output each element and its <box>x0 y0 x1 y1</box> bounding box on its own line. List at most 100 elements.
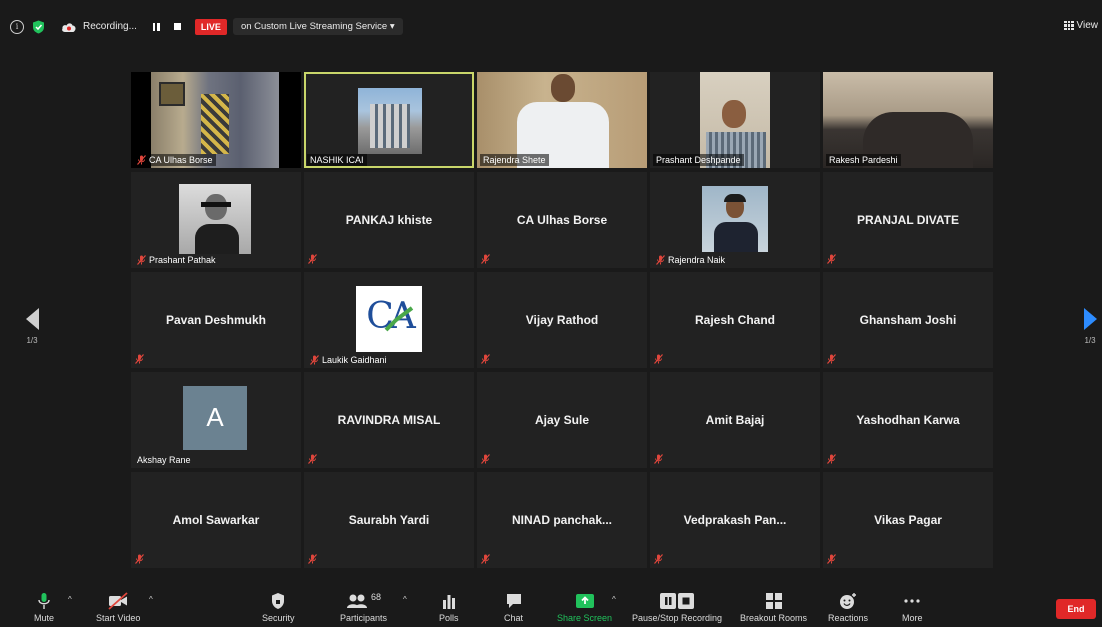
mic-muted-icon <box>827 454 836 464</box>
breakout-rooms-label: Breakout Rooms <box>740 613 808 623</box>
more-button[interactable]: More <box>902 592 923 623</box>
polls-label: Polls <box>439 613 459 623</box>
participant-name: Ajay Sule <box>534 413 590 427</box>
chevron-down-icon: ▾ <box>389 21 395 32</box>
pause-recording-icon[interactable] <box>152 22 160 31</box>
participant-tile[interactable]: Vikas Pagar <box>823 472 993 568</box>
participant-label: CA Ulhas Borse <box>134 154 216 166</box>
participant-name: Vedprakash Pan... <box>683 513 787 527</box>
participant-tile[interactable]: Pavan Deshmukh <box>131 272 301 368</box>
participant-tile[interactable]: Vedprakash Pan... <box>650 472 820 568</box>
profile-photo <box>179 184 251 254</box>
breakout-rooms-icon <box>765 593 782 609</box>
meeting-toolbar: Mute ^ Start Video ^ Security 68 Partici… <box>0 586 1102 627</box>
share-screen-button[interactable]: Share Screen <box>557 592 612 623</box>
participant-tile[interactable]: Yashodhan Karwa <box>823 372 993 468</box>
mic-muted-icon <box>308 254 317 264</box>
mic-muted-icon <box>308 554 317 564</box>
participants-button[interactable]: 68 Participants <box>340 592 387 623</box>
participant-name: Akshay Rane <box>137 455 191 465</box>
participant-name: Rajesh Chand <box>694 313 775 327</box>
page-indicator-left: 1/3 <box>26 336 38 345</box>
live-stream-service-dropdown[interactable]: on Custom Live Streaming Service ▾ <box>232 18 403 35</box>
participant-tile[interactable]: Rajesh Chand <box>650 272 820 368</box>
chat-bubble-icon <box>506 594 521 608</box>
participant-name: Pavan Deshmukh <box>165 313 267 327</box>
video-tile[interactable]: Rakesh Pardeshi <box>823 72 993 168</box>
participant-name: PRANJAL DIVATE <box>856 213 959 227</box>
participant-tile[interactable]: NINAD panchak... <box>477 472 647 568</box>
participant-name: Vijay Rathod <box>525 313 599 327</box>
participant-tile[interactable]: PANKAJ khiste <box>304 172 474 268</box>
participant-tile[interactable]: RAVINDRA MISAL <box>304 372 474 468</box>
participant-tile[interactable]: Saurabh Yardi <box>304 472 474 568</box>
participant-tile[interactable]: Amit Bajaj <box>650 372 820 468</box>
participant-tile[interactable]: Amol Sawarkar <box>131 472 301 568</box>
mic-muted-icon <box>654 454 663 464</box>
participant-label: Rajendra Naik <box>653 254 728 266</box>
mic-muted-icon <box>654 554 663 564</box>
end-meeting-button[interactable]: End <box>1056 599 1096 619</box>
participant-name: RAVINDRA MISAL <box>337 413 441 427</box>
info-icon[interactable]: i <box>10 19 24 34</box>
reactions-label: Reactions <box>828 613 869 623</box>
participant-name: Laukik Gaidhani <box>322 355 387 365</box>
mic-muted-icon <box>137 155 146 165</box>
mic-muted-icon <box>481 554 490 564</box>
mic-muted-icon <box>137 255 146 265</box>
mic-muted-icon <box>654 354 663 364</box>
video-options-caret-icon[interactable]: ^ <box>149 595 153 604</box>
live-badge: LIVE <box>194 18 227 35</box>
share-options-caret-icon[interactable]: ^ <box>612 595 616 604</box>
mute-button[interactable]: Mute <box>34 592 54 623</box>
breakout-rooms-button[interactable]: Breakout Rooms <box>740 592 807 623</box>
participant-tile[interactable]: CA Ulhas Borse <box>477 172 647 268</box>
participant-tile[interactable]: Prashant Pathak <box>131 172 301 268</box>
participant-tile[interactable]: PRANJAL DIVATE <box>823 172 993 268</box>
participant-tile[interactable]: CA Laukik Gaidhani <box>304 272 474 368</box>
recording-indicator: Recording... LIVE on Custom Live Streami… <box>61 18 403 35</box>
mic-muted-icon <box>481 254 490 264</box>
video-tile[interactable]: Rajendra Shete <box>477 72 647 168</box>
top-bar: i Recording... LIVE on Custom Live Strea… <box>0 0 1102 56</box>
chat-button[interactable]: Chat <box>504 592 523 623</box>
microphone-icon <box>38 593 50 609</box>
stop-recording-icon[interactable] <box>173 23 181 30</box>
security-shield-icon <box>272 593 285 609</box>
participants-options-caret-icon[interactable]: ^ <box>403 595 407 604</box>
video-tile[interactable]: CA Ulhas Borse <box>131 72 301 168</box>
participant-label: Laukik Gaidhani <box>307 354 390 366</box>
reactions-button[interactable]: Reactions <box>828 592 868 623</box>
avatar-letter: A <box>206 402 224 432</box>
participant-name: Rakesh Pardeshi <box>829 155 898 165</box>
next-page-button[interactable]: 1/3 <box>1080 308 1100 345</box>
previous-page-button[interactable]: 1/3 <box>22 308 42 345</box>
participant-label: Rajendra Shete <box>480 154 549 166</box>
more-label: More <box>902 613 923 623</box>
mic-muted-icon <box>310 355 319 365</box>
participant-name: CA Ulhas Borse <box>149 155 213 165</box>
participant-name: NINAD panchak... <box>511 513 613 527</box>
mic-muted-icon <box>827 554 836 564</box>
participant-tile[interactable]: Vijay Rathod <box>477 272 647 368</box>
participant-tile[interactable]: Rajendra Naik <box>650 172 820 268</box>
shield-icon[interactable] <box>32 20 45 34</box>
video-tile-active-speaker[interactable]: NASHIK ICAI <box>304 72 474 168</box>
participant-label: Akshay Rane <box>134 454 194 466</box>
participant-tile[interactable]: Ghansham Joshi <box>823 272 993 368</box>
participant-name: Amol Sawarkar <box>172 513 260 527</box>
meeting-status-bar: i Recording... LIVE on Custom Live Strea… <box>10 18 403 35</box>
pause-stop-recording-button[interactable]: Pause/Stop Recording <box>632 592 722 623</box>
start-video-button[interactable]: Start Video <box>96 592 140 623</box>
participant-tile[interactable]: A Akshay Rane <box>131 372 301 468</box>
polls-button[interactable]: Polls <box>439 592 459 623</box>
ca-logo-tick <box>384 306 414 332</box>
audio-options-caret-icon[interactable]: ^ <box>68 595 72 604</box>
video-tile[interactable]: Prashant Deshpande <box>650 72 820 168</box>
mic-muted-icon <box>656 255 665 265</box>
view-button[interactable]: View <box>1064 20 1098 31</box>
security-button[interactable]: Security <box>262 592 295 623</box>
participant-tile[interactable]: Ajay Sule <box>477 372 647 468</box>
participant-label: Rakesh Pardeshi <box>826 154 901 166</box>
participant-label: Prashant Deshpande <box>653 154 744 166</box>
